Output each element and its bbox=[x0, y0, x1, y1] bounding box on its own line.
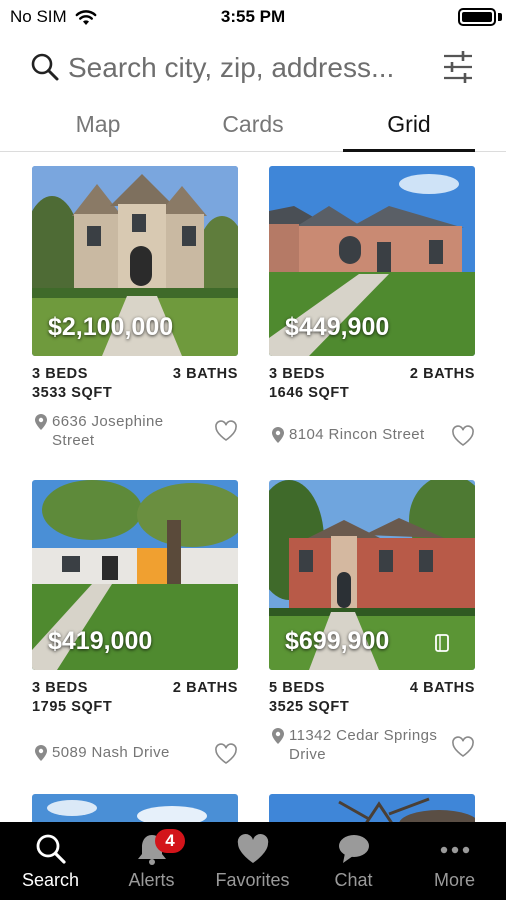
search-input[interactable] bbox=[68, 50, 428, 86]
nav-chat-label: Chat bbox=[334, 870, 373, 890]
nav-favorites-label: Favorites bbox=[215, 870, 290, 890]
listing-photo[interactable]: $699,900 bbox=[269, 480, 475, 670]
location-pin-icon bbox=[35, 745, 47, 761]
house-photo-image bbox=[269, 794, 475, 822]
search-icon[interactable] bbox=[30, 52, 60, 82]
listing-card[interactable]: $699,900 5 BEDS 4 BATHS 3525 SQFT 11342 … bbox=[269, 480, 475, 768]
listing-address-row: 11342 Cedar Springs Drive bbox=[269, 726, 475, 768]
favorite-heart-icon[interactable] bbox=[214, 743, 238, 765]
location-pin-icon bbox=[272, 427, 284, 443]
listing-photo[interactable]: $419,000 bbox=[32, 480, 238, 670]
listing-price: $419,000 bbox=[48, 627, 153, 655]
listing-baths: 2 BATHS bbox=[409, 366, 475, 382]
listing-price: $699,900 bbox=[285, 627, 390, 655]
location-pin-icon bbox=[272, 728, 284, 744]
listing-price: $2,100,000 bbox=[48, 313, 174, 341]
listings-grid: $2,100,000 3 BEDS 3 BATHS 3533 SQFT 6636… bbox=[0, 152, 506, 822]
listing-baths: 4 BATHS bbox=[409, 680, 475, 696]
listing-beds: 3 BEDS bbox=[32, 680, 88, 696]
alerts-badge: 4 bbox=[155, 829, 185, 853]
nav-search-label: Search bbox=[21, 870, 80, 890]
chat-bubble-icon bbox=[338, 835, 369, 863]
listing-photo[interactable]: $449,900 bbox=[269, 166, 475, 356]
favorite-heart-icon[interactable] bbox=[451, 425, 475, 447]
listing-stats: 3 BEDS 2 BATHS 1795 SQFT bbox=[32, 680, 238, 718]
listing-card-partial[interactable] bbox=[32, 794, 238, 822]
listing-beds: 5 BEDS bbox=[269, 680, 325, 696]
listing-address-row: 8104 Rincon Street bbox=[269, 412, 475, 454]
search-bar bbox=[0, 44, 506, 92]
listing-sqft: 3525 SQFT bbox=[269, 699, 350, 715]
listing-photo[interactable]: $2,100,000 bbox=[32, 166, 238, 356]
listing-baths: 2 BATHS bbox=[172, 680, 238, 696]
photo-gallery-icon bbox=[435, 634, 449, 652]
heart-icon bbox=[237, 834, 268, 863]
favorite-heart-icon[interactable] bbox=[214, 420, 238, 442]
listing-beds: 3 BEDS bbox=[269, 366, 325, 382]
listing-stats: 3 BEDS 3 BATHS 3533 SQFT bbox=[32, 366, 238, 404]
listing-baths: 3 BATHS bbox=[172, 366, 238, 382]
nav-alerts-label: Alerts bbox=[128, 870, 175, 890]
listing-address: 11342 Cedar Springs Drive bbox=[289, 727, 438, 763]
status-bar: No SIM 3:55 PM bbox=[0, 0, 506, 34]
listing-address-row: 5089 Nash Drive bbox=[32, 726, 238, 768]
search-icon bbox=[36, 834, 66, 864]
nav-chat[interactable]: Chat bbox=[303, 822, 404, 900]
listing-card[interactable]: $449,900 3 BEDS 2 BATHS 1646 SQFT 8104 R… bbox=[269, 166, 475, 454]
view-tabs: Map Cards Grid bbox=[0, 104, 506, 152]
nav-search[interactable]: Search bbox=[0, 822, 101, 900]
listing-address: 6636 Josephine Street bbox=[52, 413, 164, 449]
battery-icon bbox=[458, 8, 496, 26]
filter-sliders-icon[interactable] bbox=[442, 50, 474, 84]
listing-photo[interactable] bbox=[269, 794, 475, 822]
listing-sqft: 3533 SQFT bbox=[32, 385, 113, 401]
tab-map[interactable]: Map bbox=[40, 104, 156, 150]
listing-sqft: 1646 SQFT bbox=[269, 385, 350, 401]
battery-cap bbox=[498, 13, 502, 21]
listing-photo[interactable] bbox=[32, 794, 238, 822]
listing-beds: 3 BEDS bbox=[32, 366, 88, 382]
listing-card-partial[interactable] bbox=[269, 794, 475, 822]
listing-address: 5089 Nash Drive bbox=[52, 744, 170, 761]
location-pin-icon bbox=[35, 414, 47, 430]
favorite-heart-icon[interactable] bbox=[451, 736, 475, 758]
tab-grid[interactable]: Grid bbox=[343, 104, 475, 150]
house-photo-image bbox=[32, 794, 238, 822]
listing-stats: 3 BEDS 2 BATHS 1646 SQFT bbox=[269, 366, 475, 404]
listing-address-row: 6636 Josephine Street bbox=[32, 412, 238, 454]
listing-card[interactable]: $2,100,000 3 BEDS 3 BATHS 3533 SQFT 6636… bbox=[32, 166, 238, 454]
nav-more-label: More bbox=[433, 870, 475, 890]
nav-more[interactable]: More bbox=[404, 822, 505, 900]
nav-favorites[interactable]: Favorites bbox=[202, 822, 303, 900]
listing-address: 8104 Rincon Street bbox=[289, 426, 425, 443]
bottom-tab-bar: Search 4 Alerts Favorites Chat More bbox=[0, 822, 506, 900]
listing-card[interactable]: $419,000 3 BEDS 2 BATHS 1795 SQFT 5089 N… bbox=[32, 480, 238, 768]
more-dots-icon bbox=[440, 846, 469, 854]
listing-stats: 5 BEDS 4 BATHS 3525 SQFT bbox=[269, 680, 475, 718]
status-time: 3:55 PM bbox=[220, 7, 286, 26]
listing-sqft: 1795 SQFT bbox=[32, 699, 113, 715]
listing-price: $449,900 bbox=[285, 313, 390, 341]
nav-alerts[interactable]: 4 Alerts bbox=[101, 822, 202, 900]
tab-cards[interactable]: Cards bbox=[190, 104, 316, 150]
